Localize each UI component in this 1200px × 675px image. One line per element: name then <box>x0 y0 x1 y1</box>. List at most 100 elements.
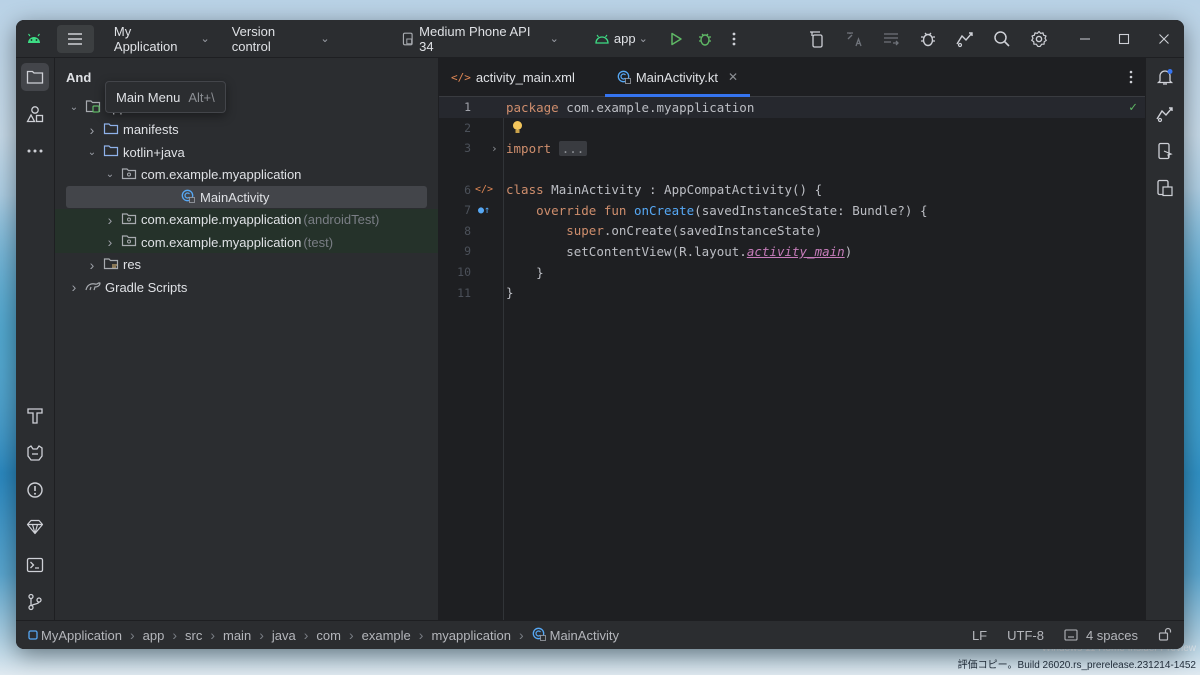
project-panel: And ⌄app›manifests⌄kotlin+java⌄com.examp… <box>55 58 439 621</box>
android-icon <box>595 34 609 44</box>
breadcrumb-item[interactable]: com <box>316 628 341 643</box>
line-number: 7 <box>464 203 471 218</box>
project-tool-button[interactable] <box>21 63 49 91</box>
debug-button[interactable] <box>691 24 720 54</box>
tree-item[interactable]: › manifests <box>55 119 438 141</box>
breadcrumb-item[interactable]: MainActivity <box>532 627 619 644</box>
maximize-icon <box>1118 33 1130 44</box>
breadcrumb-item[interactable]: myapplication <box>431 628 511 643</box>
line-separator-widget[interactable]: LF <box>972 628 987 643</box>
tooltip-shortcut: Alt+\ <box>188 89 215 105</box>
lightbulb-icon[interactable] <box>512 120 523 138</box>
code-token: com.example.myapplication <box>558 99 755 115</box>
right-tool-strip <box>1145 58 1184 621</box>
project-selector[interactable]: My Application ⌄ <box>108 23 216 54</box>
tab-activity-main-xml[interactable]: </> activity_main.xml <box>439 58 587 96</box>
activity-class-icon <box>617 70 631 84</box>
chevron-down-icon[interactable]: ⌄ <box>67 102 81 113</box>
version-control-tool-button[interactable] <box>21 588 49 616</box>
device-manager-button[interactable] <box>803 24 832 54</box>
tree-item[interactable]: › com.example.myapplication (androidTest) <box>55 208 438 231</box>
folder-icon <box>103 122 119 138</box>
close-window-button[interactable] <box>1143 24 1184 54</box>
activity-class-icon <box>181 189 195 206</box>
code-editor[interactable]: 1 package com.example.myapplication ✓ 2 … <box>439 97 1145 621</box>
settings-button[interactable] <box>1025 24 1054 54</box>
override-gutter-icon[interactable]: ●↑ <box>478 205 490 216</box>
tabs-more-button[interactable] <box>1129 58 1133 96</box>
chevron-right-icon[interactable]: › <box>85 122 99 138</box>
attach-debugger-button[interactable] <box>914 24 943 54</box>
device-manager-icon <box>810 30 824 48</box>
version-control-menu[interactable]: Version control ⌄ <box>226 24 336 54</box>
breadcrumb-item[interactable]: example <box>362 628 411 643</box>
chevron-down-icon[interactable]: ⌄ <box>103 169 117 180</box>
breadcrumb-item[interactable]: src <box>185 628 202 643</box>
layout-gutter-icon[interactable]: </> <box>475 184 493 195</box>
tree-item[interactable]: MainActivity <box>66 186 427 208</box>
tree-item-label: Gradle Scripts <box>105 279 188 295</box>
breadcrumb-item[interactable]: java <box>272 628 296 643</box>
gemini-tool-button[interactable] <box>1151 100 1179 128</box>
resource-manager-button[interactable] <box>21 100 49 128</box>
tree-item[interactable]: ⌄ com.example.myapplication <box>55 164 438 186</box>
encoding-widget[interactable]: UTF-8 <box>1007 628 1044 643</box>
problems-tool-button[interactable] <box>21 476 49 504</box>
chevron-right-icon: › <box>418 627 424 643</box>
device-selector[interactable]: Medium Phone API 34 ⌄ <box>396 24 565 54</box>
search-icon <box>994 30 1011 47</box>
minimize-button[interactable] <box>1066 24 1105 54</box>
run-config-selector[interactable]: app ⌄ <box>589 25 654 53</box>
device-explorer-button[interactable] <box>1151 174 1179 202</box>
chevron-down-icon: ⌄ <box>638 33 648 45</box>
tab-mainactivity-kt[interactable]: MainActivity.kt ✕ <box>604 58 751 97</box>
main-menu-button[interactable] <box>56 24 94 53</box>
hammer-icon <box>27 408 43 424</box>
run-button[interactable] <box>662 24 691 54</box>
tree-item[interactable]: › res <box>55 254 438 276</box>
xml-file-icon: </> <box>451 70 471 84</box>
code-token: MainActivity : AppCompatActivity() { <box>543 182 823 198</box>
maximize-button[interactable] <box>1105 24 1144 54</box>
close-tab-icon[interactable]: ✕ <box>728 70 738 84</box>
warning-circle-icon <box>27 482 43 498</box>
read-only-toggle[interactable] <box>1158 627 1172 644</box>
more-tools-button[interactable] <box>21 137 49 165</box>
chevron-down-icon[interactable]: ⌄ <box>85 147 99 158</box>
tree-item[interactable]: › Gradle Scripts <box>55 276 438 298</box>
no-problems-check-icon[interactable]: ✓ <box>1129 100 1137 115</box>
folded-imports[interactable]: ... <box>558 140 588 156</box>
fold-expand-icon[interactable]: › <box>491 142 498 155</box>
tree-item[interactable]: ⌄ kotlin+java <box>55 141 438 163</box>
tree-item[interactable]: › com.example.myapplication (test) <box>55 231 438 253</box>
breadcrumb-label: MyApplication <box>41 627 122 643</box>
indent-widget[interactable]: 4 spaces <box>1064 628 1138 643</box>
chevron-right-icon[interactable]: › <box>103 234 117 250</box>
breadcrumb-item[interactable]: MyApplication <box>28 628 122 643</box>
app-quality-button[interactable] <box>21 513 49 541</box>
breadcrumb-label: MainActivity <box>549 627 619 643</box>
logcat-tool-button[interactable] <box>21 439 49 467</box>
breadcrumb-item[interactable]: app <box>143 628 165 643</box>
chevron-right-icon[interactable]: › <box>85 257 99 273</box>
running-devices-button[interactable] <box>1151 137 1179 165</box>
chevron-right-icon[interactable]: › <box>67 279 81 295</box>
breadcrumb-item[interactable]: main <box>223 628 251 643</box>
gemini-button[interactable] <box>951 24 980 54</box>
notifications-button[interactable] <box>1151 63 1179 91</box>
gear-icon <box>1031 30 1048 47</box>
chevron-right-icon[interactable]: › <box>103 212 117 228</box>
tooltip-text: Main Menu <box>116 89 181 105</box>
terminal-tool-button[interactable] <box>21 551 49 579</box>
build-tool-button[interactable] <box>21 402 49 430</box>
code-token[interactable]: activity_main <box>747 244 845 259</box>
project-name: My Application <box>113 23 178 54</box>
tree-item-label: com.example.myapplication <box>141 167 302 182</box>
breadcrumb-label: java <box>271 627 296 643</box>
search-everywhere-button[interactable] <box>988 24 1017 54</box>
line-number: 6 <box>464 182 471 197</box>
ide-window: My Application ⌄ Version control ⌄ Mediu… <box>16 20 1184 649</box>
more-actions-button[interactable] <box>720 24 749 54</box>
